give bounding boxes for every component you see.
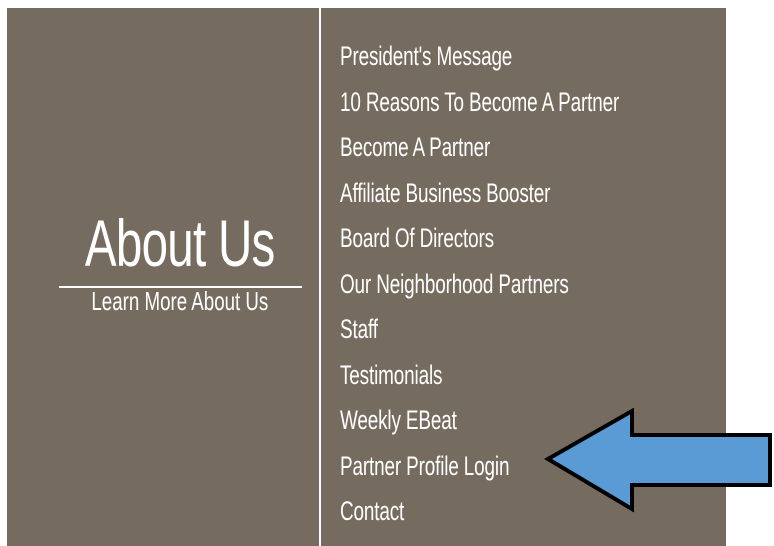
menu-item-become-a-partner: Become A Partner [340,125,739,171]
menu-link-staff[interactable]: Staff [340,307,378,353]
menu-link-become-a-partner[interactable]: Become A Partner [340,125,490,171]
left-arrow-shape [544,408,772,513]
left-arrow-icon [544,408,772,513]
menu-link-10-reasons[interactable]: 10 Reasons To Become A Partner [340,80,619,126]
menu-item-board-of-directors: Board Of Directors [340,216,739,262]
menu-item-neighborhood-partners: Our Neighborhood Partners [340,262,739,308]
menu-link-presidents-message[interactable]: President's Message [340,34,512,80]
menu-link-board-of-directors[interactable]: Board Of Directors [340,216,494,262]
menu-link-partner-profile-login[interactable]: Partner Profile Login [340,444,510,490]
menu-item-affiliate-business-booster: Affiliate Business Booster [340,171,739,217]
about-subtitle: Learn More About Us [91,286,269,316]
menu-link-contact[interactable]: Contact [340,489,404,535]
menu-item-10-reasons: 10 Reasons To Become A Partner [340,80,739,126]
menu-item-staff: Staff [340,307,739,353]
menu-link-affiliate-business-booster[interactable]: Affiliate Business Booster [340,171,550,217]
menu-item-testimonials: Testimonials [340,353,739,399]
menu-item-presidents-message: President's Message [340,34,739,80]
about-title[interactable]: About Us [85,200,275,286]
menu-link-testimonials[interactable]: Testimonials [340,353,442,399]
menu-link-weekly-ebeat[interactable]: Weekly EBeat [340,398,457,444]
about-heading-block: About Us Learn More About Us [40,200,320,320]
menu-link-neighborhood-partners[interactable]: Our Neighborhood Partners [340,262,569,308]
